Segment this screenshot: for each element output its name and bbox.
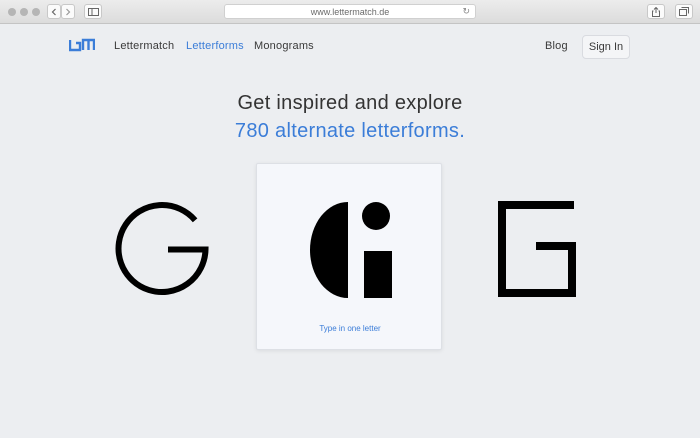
chevron-left-icon <box>51 8 56 15</box>
minimize-window-button[interactable] <box>20 8 28 16</box>
back-button[interactable] <box>47 4 61 19</box>
lettermatch-logo-icon[interactable] <box>69 38 95 52</box>
nav-brand-link[interactable]: Lettermatch <box>114 40 174 52</box>
letterform-g-round <box>115 202 209 296</box>
close-window-button[interactable] <box>8 8 16 16</box>
tabs-overview-button[interactable] <box>675 4 693 19</box>
reload-icon[interactable]: ↻ <box>462 6 470 17</box>
url-text: www.lettermatch.de <box>310 6 390 17</box>
sidebar-icon <box>87 7 99 16</box>
share-icon <box>652 6 660 17</box>
sign-in-button[interactable]: Sign In <box>582 35 630 59</box>
tabs-icon <box>679 7 689 16</box>
chevron-right-icon <box>66 8 71 15</box>
page: Lettermatch Letterforms Monograms Blog S… <box>0 24 700 438</box>
forward-button[interactable] <box>61 4 75 19</box>
browser-toolbar: www.lettermatch.de ↻ <box>0 0 700 24</box>
zoom-window-button[interactable] <box>32 8 40 16</box>
address-bar[interactable]: www.lettermatch.de ↻ <box>224 4 476 19</box>
nav-monograms-link[interactable]: Monograms <box>254 40 314 52</box>
letterform-g-square <box>498 201 576 297</box>
sidebar-toggle-button[interactable] <box>84 4 102 19</box>
nav-letterforms-link[interactable]: Letterforms <box>186 40 244 52</box>
input-hint: Type in one letter <box>319 324 381 333</box>
hero-subheading: 780 alternate letterforms. <box>234 120 466 142</box>
hero-heading: Get inspired and explore <box>237 92 463 114</box>
nav-blog-link[interactable]: Blog <box>545 40 568 52</box>
share-button[interactable] <box>647 4 665 19</box>
letterform-gi-ligature <box>310 202 392 298</box>
letter-input-card[interactable]: Type in one letter <box>256 163 442 350</box>
